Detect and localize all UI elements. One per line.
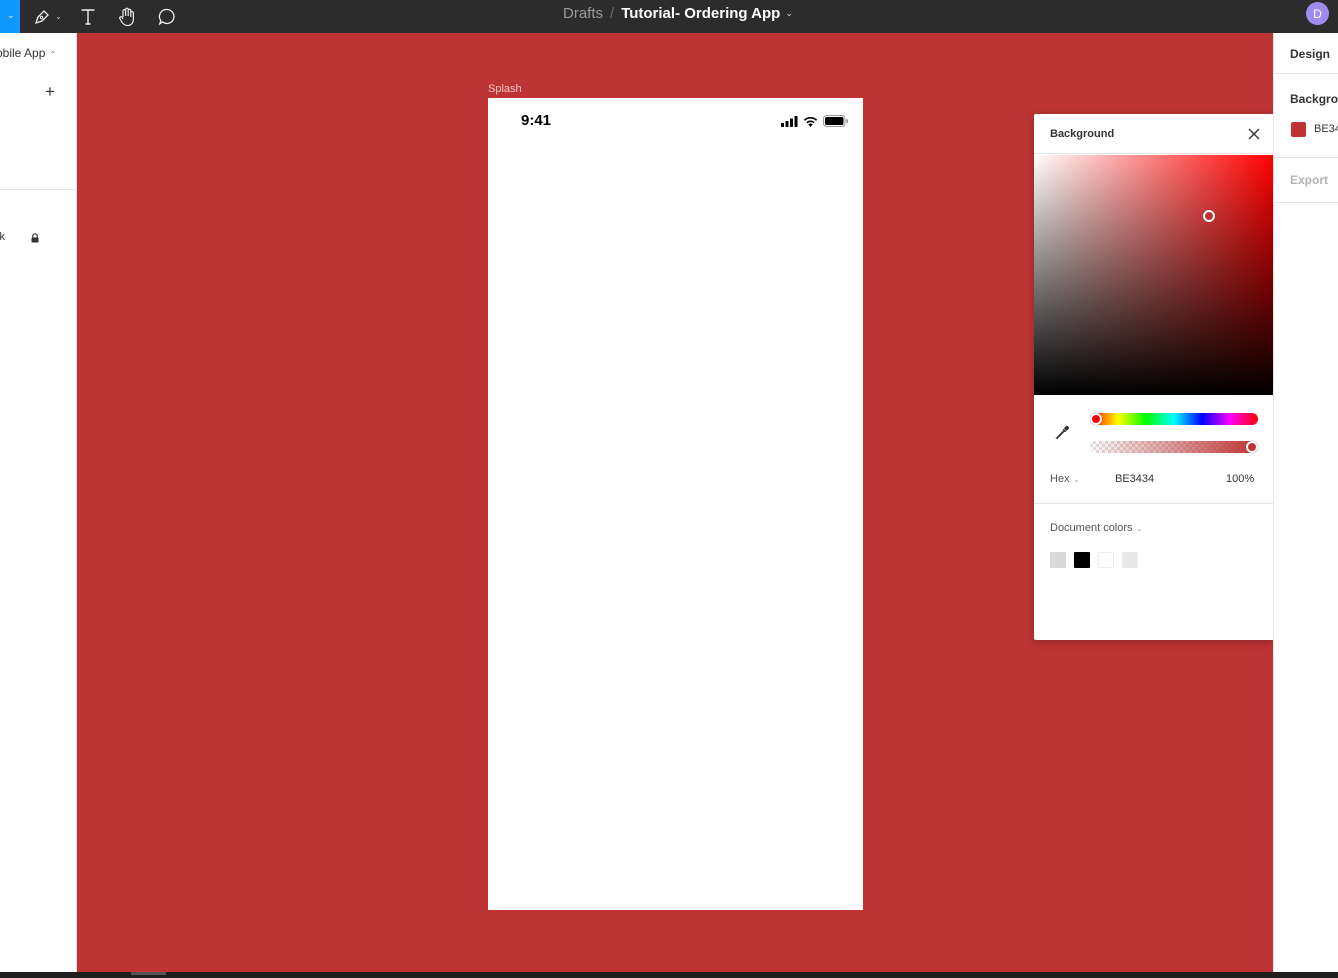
frame-label[interactable]: Splash: [488, 83, 522, 95]
scrollbar-thumb[interactable]: [131, 972, 166, 975]
comment-icon: [158, 8, 175, 25]
tab-design[interactable]: Design: [1290, 47, 1330, 61]
color-mode-label: Hex: [1050, 473, 1070, 485]
breadcrumb: Drafts / Tutorial- Ordering App ⌄: [563, 0, 793, 27]
color-mode-select[interactable]: Hex ⌄: [1050, 473, 1079, 485]
battery-icon: [823, 115, 848, 127]
chevron-up-icon: ⌃: [49, 50, 57, 59]
bottom-scrollbar: [0, 972, 1338, 978]
eyedropper-icon[interactable]: [1055, 425, 1070, 440]
hex-input[interactable]: BE3434: [1115, 473, 1154, 485]
color-picker-title: Background: [1050, 128, 1115, 140]
status-bar-time: 9:41: [521, 112, 552, 129]
top-toolbar: ⌄ ⌄ Drafts / Tutorial- Ordering App ⌄ D: [0, 0, 1338, 33]
layers-panel: obile App⌃ + ck: [0, 33, 77, 972]
background-section-title: Background: [1290, 92, 1338, 106]
divider: [0, 189, 76, 190]
document-color-swatch[interactable]: [1098, 552, 1114, 568]
breadcrumb-separator: /: [610, 5, 615, 22]
document-color-swatch[interactable]: [1122, 552, 1138, 568]
background-hex-value[interactable]: BE3434: [1314, 123, 1338, 135]
properties-panel: Design Background BE3434 Export: [1273, 33, 1338, 972]
layer-item-label[interactable]: ck: [0, 231, 5, 243]
document-colors-label: Document colors: [1050, 522, 1133, 534]
saturation-brightness-area[interactable]: [1034, 155, 1274, 395]
opacity-slider-handle[interactable]: [1246, 441, 1258, 453]
add-page-button[interactable]: +: [45, 83, 55, 100]
color-picker-popover: Background Hex ⌄ BE3434 100% Document col…: [1034, 114, 1274, 640]
comment-tool-button[interactable]: [156, 0, 178, 33]
hand-tool-button[interactable]: [116, 0, 138, 33]
text-icon: [81, 8, 95, 25]
hue-slider[interactable]: [1090, 413, 1258, 425]
divider: [1034, 503, 1274, 504]
lock-icon[interactable]: [31, 233, 39, 243]
document-color-swatch[interactable]: [1050, 552, 1066, 568]
export-section-title[interactable]: Export: [1290, 173, 1328, 187]
pen-tool-button[interactable]: ⌄: [30, 0, 66, 33]
divider: [1274, 73, 1338, 74]
document-color-swatches: [1050, 552, 1138, 568]
chevron-down-icon: ⌄: [7, 10, 15, 20]
hand-icon: [119, 7, 134, 26]
page-name-label: obile App: [0, 46, 46, 60]
user-avatar[interactable]: D: [1306, 2, 1329, 25]
signal-icon: [781, 115, 798, 127]
chevron-down-icon: ⌄: [1136, 526, 1143, 533]
text-tool-button[interactable]: [77, 0, 99, 33]
hue-slider-handle[interactable]: [1090, 413, 1102, 425]
divider: [1274, 202, 1338, 203]
file-name[interactable]: Tutorial- Ordering App: [621, 5, 780, 22]
divider: [1274, 157, 1338, 158]
document-color-swatch[interactable]: [1074, 552, 1090, 568]
wifi-icon: [803, 116, 818, 127]
opacity-input[interactable]: 100%: [1226, 473, 1254, 485]
document-colors-dropdown[interactable]: Document colors ⌄: [1050, 522, 1142, 534]
close-icon[interactable]: [1248, 128, 1260, 140]
breadcrumb-drafts[interactable]: Drafts: [563, 5, 603, 22]
move-tool-button[interactable]: ⌄: [0, 0, 20, 33]
color-handle[interactable]: [1203, 210, 1215, 222]
chevron-down-icon[interactable]: ⌄: [785, 8, 793, 19]
status-bar-icons: [781, 115, 848, 127]
pen-icon: [35, 10, 50, 25]
splash-frame[interactable]: 9:41: [488, 98, 863, 910]
page-selector[interactable]: obile App ⌃: [0, 46, 56, 60]
chevron-down-icon: ⌄: [1073, 477, 1080, 484]
background-color-swatch[interactable]: [1291, 122, 1306, 137]
opacity-slider[interactable]: [1090, 441, 1258, 453]
color-picker-header: Background: [1034, 114, 1274, 154]
chevron-down-icon: ⌄: [55, 12, 62, 21]
